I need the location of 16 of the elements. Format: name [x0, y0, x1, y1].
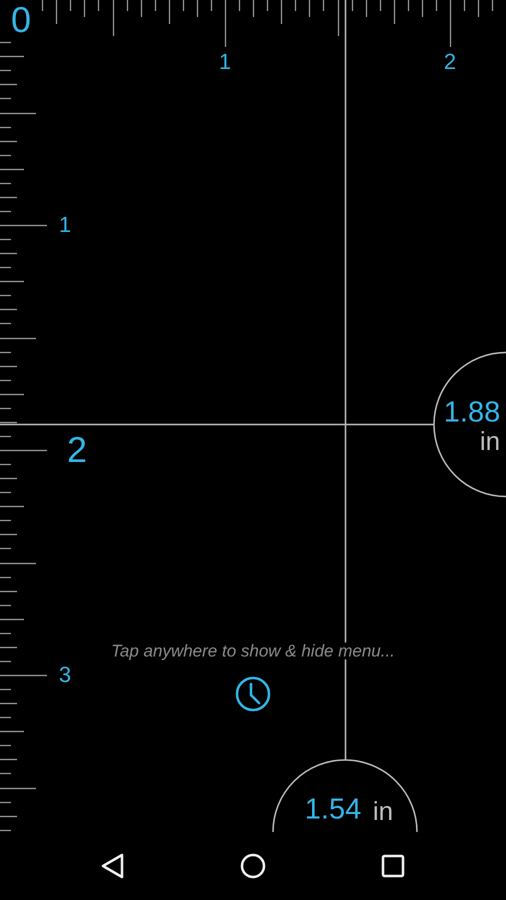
ruler-label: 1: [58, 214, 72, 236]
measurement-value: 1.88: [444, 398, 500, 428]
back-icon[interactable]: [102, 854, 124, 878]
ruler-label: 0: [10, 2, 32, 38]
measurement-value: 1.54: [304, 796, 362, 824]
ruler-label: 2: [66, 432, 88, 468]
readout-arc[interactable]: [272, 759, 418, 832]
ruler-label: 3: [58, 664, 72, 686]
recents-icon[interactable]: [382, 854, 404, 878]
unit-label: in: [372, 798, 394, 824]
ruler-label: 2: [444, 51, 456, 73]
clock-icon[interactable]: [236, 676, 270, 712]
home-icon[interactable]: [240, 854, 266, 878]
unit-label: in: [480, 428, 500, 454]
hint-text: Tap anywhere to show & hide menu...: [111, 642, 395, 660]
ruler-label: 1: [218, 51, 232, 73]
